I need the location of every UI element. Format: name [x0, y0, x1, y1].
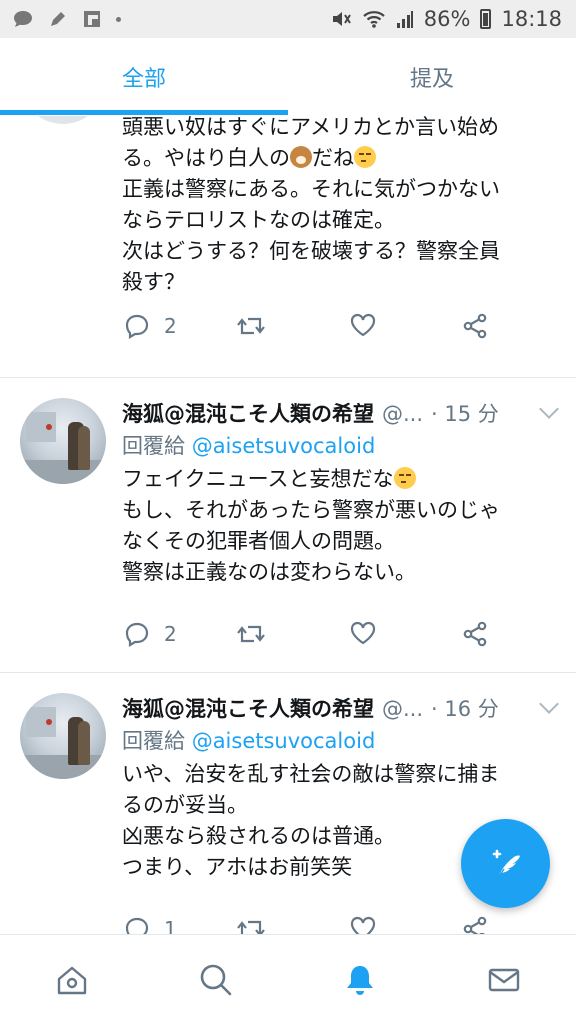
nav-notifications[interactable]: [288, 935, 432, 1025]
tweet-line: 殺す？: [122, 267, 552, 298]
tweet-text: 頭悪い奴はすぐにアメリカとか言い始め る。やはり白人のだね 正義は警察にある。そ…: [122, 116, 552, 298]
avatar[interactable]: [20, 116, 106, 124]
share-action[interactable]: [462, 313, 488, 339]
wifi-icon: [362, 9, 386, 29]
reply-context: 回覆給 @aisetsuvocaloid: [122, 430, 375, 460]
tweet-line: る。やはり白人のだね: [122, 143, 552, 174]
reply-count: 2: [164, 622, 177, 646]
tab-all[interactable]: 全部: [0, 38, 288, 116]
chevron-down-icon[interactable]: [539, 694, 559, 714]
reply-mention-link[interactable]: @aisetsuvocaloid: [192, 729, 376, 753]
compose-icon: [484, 842, 528, 886]
tweet-line-text: フェイクニュースと妄想だな: [122, 467, 394, 491]
user-handle[interactable]: @...: [382, 402, 423, 426]
compose-tweet-button[interactable]: [461, 819, 550, 908]
share-action[interactable]: [462, 621, 488, 647]
search-icon: [199, 963, 233, 997]
tweet-line-text: だね: [312, 146, 354, 170]
retweet-action[interactable]: [236, 621, 266, 647]
heart-icon: [350, 916, 376, 934]
retweet-icon: [236, 916, 266, 934]
chat-notification-icon: [12, 9, 34, 29]
tweet-line: 正義は警察にある。それに気がつかない: [122, 174, 552, 205]
reply-count: 2: [164, 314, 177, 338]
reply-prefix: 回覆給: [122, 434, 185, 458]
reply-action[interactable]: 2: [124, 313, 177, 339]
nav-home[interactable]: [0, 935, 144, 1025]
flipboard-notification-icon: [82, 9, 102, 29]
bell-icon: [343, 963, 377, 997]
reply-mention-link[interactable]: @aisetsuvocaloid: [192, 434, 376, 458]
like-action[interactable]: [350, 313, 376, 337]
share-icon: [462, 916, 488, 934]
speech-bubble-icon: [124, 313, 150, 339]
retweet-action[interactable]: [236, 313, 266, 339]
clock: 18:18: [501, 7, 562, 31]
retweet-icon: [236, 621, 266, 647]
nav-messages[interactable]: [432, 935, 576, 1025]
tweet-line: いや、治安を乱す社会の敵は警察に捕ま: [122, 759, 552, 790]
active-tab-indicator: [0, 110, 288, 115]
reply-action[interactable]: 1: [124, 916, 177, 934]
relieved-face-emoji-icon: [354, 146, 376, 168]
tweet[interactable]: 海狐@混沌こそ人類の希望 @... · 15 分 回覆給 @aisetsuvoc…: [0, 378, 576, 673]
tweet-line: 頭悪い奴はすぐにアメリカとか言い始め: [122, 116, 552, 143]
relieved-face-emoji-icon: [394, 467, 416, 489]
share-icon: [462, 313, 488, 339]
avatar[interactable]: [20, 693, 106, 779]
tab-mentions[interactable]: 提及: [288, 38, 576, 116]
reply-prefix: 回覆給: [122, 729, 185, 753]
heart-icon: [350, 621, 376, 645]
tweet[interactable]: 頭悪い奴はすぐにアメリカとか言い始め る。やはり白人のだね 正義は警察にある。そ…: [0, 116, 576, 378]
display-name[interactable]: 海狐@混沌こそ人類の希望: [122, 693, 374, 723]
tweet-line: ならテロリストなのは確定。: [122, 205, 552, 236]
retweet-action[interactable]: [236, 916, 266, 934]
like-action[interactable]: [350, 621, 376, 645]
more-notifications-dot: [116, 17, 121, 22]
tweet-line: なくその犯罪者個人の問題。: [122, 526, 552, 557]
battery-percent: 86%: [424, 7, 471, 31]
mute-icon: [330, 9, 352, 29]
tweet-line-text: る。やはり白人の: [122, 146, 290, 170]
reply-action[interactable]: 2: [124, 621, 177, 647]
share-icon: [462, 621, 488, 647]
pen-notification-icon: [48, 9, 68, 29]
tweet-header: 海狐@混沌こそ人類の希望 @... · 16 分: [122, 693, 499, 723]
signal-icon: [396, 9, 414, 29]
speech-bubble-icon: [124, 621, 150, 647]
tweet-header: 海狐@混沌こそ人類の希望 @... · 15 分: [122, 398, 499, 428]
like-action[interactable]: [350, 916, 376, 934]
reply-context: 回覆給 @aisetsuvocaloid: [122, 725, 375, 755]
battery-icon: [480, 9, 491, 29]
tweet-line: 次はどうする？何を破壊する？警察全員: [122, 236, 552, 267]
heart-icon: [350, 313, 376, 337]
speech-bubble-icon: [124, 916, 150, 934]
tweet-line: るのが妥当。: [122, 790, 552, 821]
bottom-navigation: [0, 934, 576, 1025]
avatar[interactable]: [20, 398, 106, 484]
display-name[interactable]: 海狐@混沌こそ人類の希望: [122, 398, 374, 428]
home-icon: [55, 963, 89, 997]
retweet-icon: [236, 313, 266, 339]
tweet-line: もし、それがあったら警察が悪いのじゃ: [122, 495, 552, 526]
envelope-icon: [487, 963, 521, 997]
status-bar: 86% 18:18: [0, 0, 576, 38]
reply-count: 1: [164, 917, 177, 934]
dog-emoji-icon: [290, 146, 312, 168]
tweet-line: フェイクニュースと妄想だな: [122, 464, 552, 495]
notification-feed[interactable]: 頭悪い奴はすぐにアメリカとか言い始め る。やはり白人のだね 正義は警察にある。そ…: [0, 116, 576, 934]
timestamp[interactable]: · 15 分: [431, 398, 499, 428]
share-action[interactable]: [462, 916, 488, 934]
tab-bar: 全部 提及: [0, 38, 576, 117]
user-handle[interactable]: @...: [382, 697, 423, 721]
nav-search[interactable]: [144, 935, 288, 1025]
timestamp[interactable]: · 16 分: [431, 693, 499, 723]
tweet-line: 警察は正義なのは変わらない。: [122, 557, 552, 588]
status-notifications: [12, 0, 121, 38]
tweet-text: フェイクニュースと妄想だな もし、それがあったら警察が悪いのじゃ なくその犯罪者…: [122, 464, 552, 588]
chevron-down-icon[interactable]: [539, 399, 559, 419]
